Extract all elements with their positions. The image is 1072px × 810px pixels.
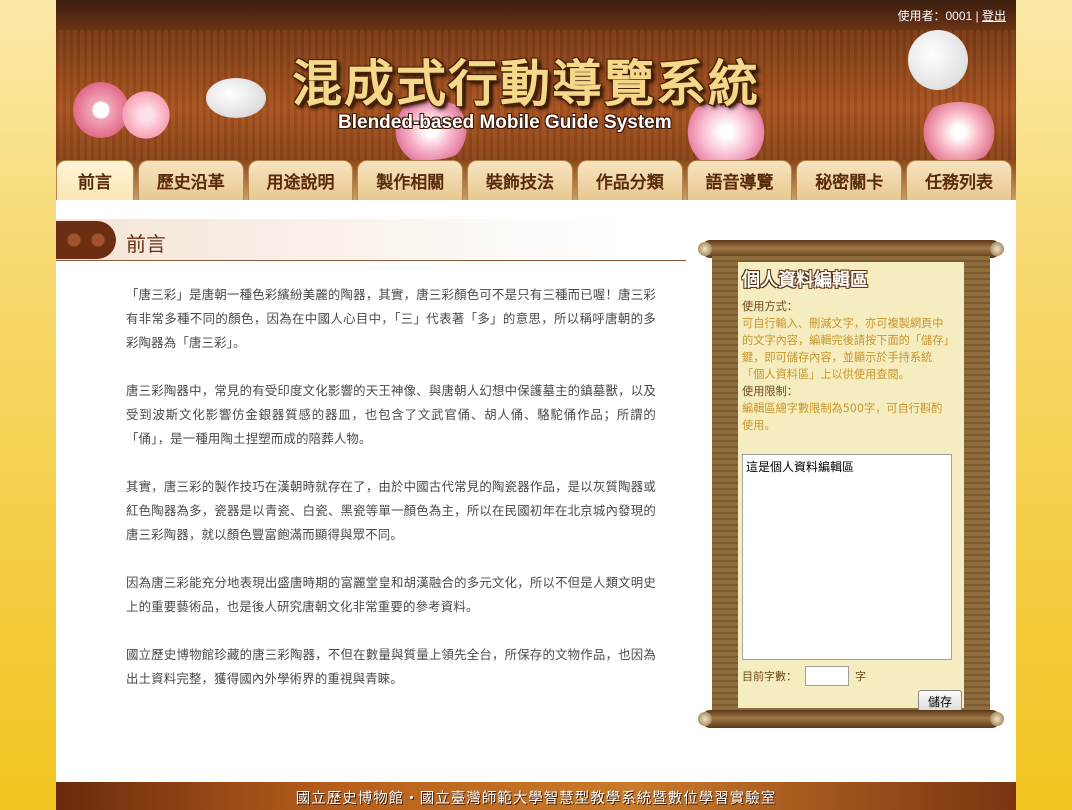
- page-container: 使用者：0001 | 登出 混成式行動導覽系統 Blended-based Mo…: [56, 0, 1016, 810]
- article-body: 「唐三彩」是唐朝一種色彩繽紛美麗的陶器，其實，唐三彩顏色可不是只有三種而已喔！唐…: [126, 283, 656, 715]
- main-nav: 前言 歷史沿革 用途說明 製作相關 裝飾技法 作品分類 語音導覽 秘密關卡 任務…: [56, 160, 1016, 200]
- usage-description: 可自行輸入、刪減文字，亦可複製網頁中的文字內容，編輯完後請按下面的「儲存」鍵，即…: [742, 317, 949, 381]
- scroll-rod-bottom: [698, 710, 1004, 728]
- word-count-label: 目前字數：: [742, 670, 797, 683]
- panel-content: 個人資料編輯區 使用方式： 可自行輸入、刪減文字，亦可複製網頁中的文字內容，編輯…: [738, 262, 964, 712]
- tab-audio-guide[interactable]: 語音導覽: [686, 160, 793, 200]
- user-label: 使用者：0001: [897, 9, 973, 23]
- article-paragraph: 國立歷史博物館珍藏的唐三彩陶器，不但在數量與質量上領先全台，所保存的文物作品，也…: [126, 647, 656, 686]
- word-count-unit: 字: [855, 670, 866, 683]
- dove-icon: [908, 30, 968, 90]
- tab-decoration[interactable]: 裝飾技法: [467, 160, 573, 200]
- article-paragraph: 因為唐三彩能充分地表現出盛唐時期的富麗堂皇和胡漢融合的多元文化，所以不但是人類文…: [126, 575, 656, 614]
- article-paragraph: 其實，唐三彩的製作技巧在漢朝時就存在了，由於中國古代常見的陶瓷器作品，是以灰質陶…: [126, 479, 656, 542]
- section-header: 前言: [56, 219, 686, 261]
- panel-title: 個人資料編輯區: [742, 270, 868, 291]
- limit-label: 使用限制：: [742, 385, 798, 398]
- word-count-field[interactable]: [805, 666, 849, 686]
- flower-decoration-icon: [914, 102, 1004, 160]
- ornament-icon: [56, 221, 116, 259]
- article-paragraph: 「唐三彩」是唐朝一種色彩繽紛美麗的陶器，其實，唐三彩顏色可不是只有三種而已喔！唐…: [126, 287, 656, 350]
- word-count-row: 目前字數： 字: [742, 666, 866, 686]
- section-title: 前言: [126, 232, 166, 256]
- article-paragraph: 唐三彩陶器中，常見的有受印度文化影響的天王神像、與唐朝人幻想中保護墓主的鎮墓獸，…: [126, 383, 656, 446]
- panel-instructions: 使用方式： 可自行輸入、刪減文字，亦可複製網頁中的文字內容，編輯完後請按下面的「…: [742, 298, 952, 434]
- tab-secret-level[interactable]: 秘密關卡: [796, 160, 903, 200]
- banner: 混成式行動導覽系統 Blended-based Mobile Guide Sys…: [56, 30, 1016, 160]
- user-bar: 使用者：0001 | 登出: [56, 0, 1016, 30]
- dove-icon: [206, 78, 266, 118]
- user-info: 使用者：0001 | 登出: [897, 7, 1006, 24]
- save-button[interactable]: 儲存: [918, 690, 962, 712]
- tab-history[interactable]: 歷史沿革: [137, 160, 244, 200]
- footer-text: 國立歷史博物館・國立臺灣師範大學智慧型教學系統暨數位學習實驗室: [295, 791, 777, 807]
- tab-usage[interactable]: 用途說明: [247, 160, 354, 200]
- logout-link[interactable]: 登出: [982, 9, 1006, 23]
- flower-decoration-icon: [116, 90, 176, 140]
- app-title: 混成式行動導覽系統: [292, 54, 760, 113]
- scroll-paper: 個人資料編輯區 使用方式： 可自行輸入、刪減文字，亦可複製網頁中的文字內容，編輯…: [712, 256, 990, 712]
- tab-categories[interactable]: 作品分類: [576, 160, 683, 200]
- tab-production[interactable]: 製作相關: [357, 160, 464, 200]
- app-subtitle: Blended-based Mobile Guide System: [338, 112, 672, 133]
- footer: 國立歷史博物館・國立臺灣師範大學智慧型教學系統暨數位學習實驗室: [56, 782, 1016, 810]
- tab-preface[interactable]: 前言: [56, 160, 134, 200]
- profile-textarea[interactable]: 這是個人資料編輯區: [742, 454, 952, 660]
- profile-panel: 個人資料編輯區 使用方式： 可自行輸入、刪減文字，亦可複製網頁中的文字內容，編輯…: [698, 240, 1004, 728]
- usage-label: 使用方式：: [742, 300, 798, 313]
- tab-task-list[interactable]: 任務列表: [906, 160, 1012, 200]
- limit-description: 編輯區總字數限制為500字，可自行斟酌使用。: [742, 402, 943, 432]
- user-separator: |: [975, 9, 979, 23]
